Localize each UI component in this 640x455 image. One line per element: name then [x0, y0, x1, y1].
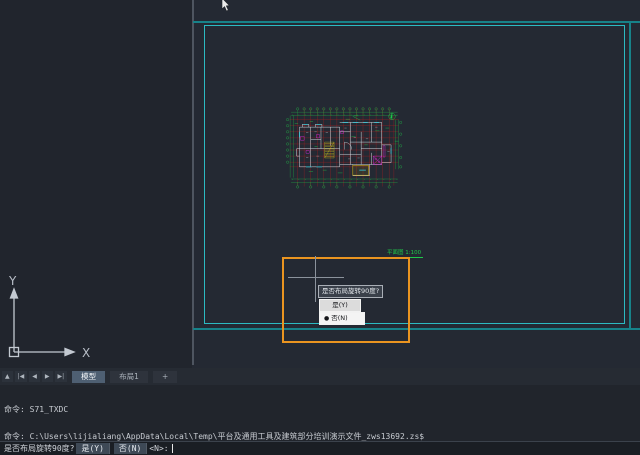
drawing-canvas[interactable]: 平面图 1:100 是否布局旋转90度? 是(Y) ● 否(N) Y X [0, 0, 640, 368]
tab-add-button[interactable]: + [152, 370, 178, 383]
cad-application-window: 平面图 1:100 是否布局旋转90度? 是(Y) ● 否(N) Y X ▲ |… [0, 0, 640, 455]
tab-last-icon[interactable]: ▶| [54, 371, 68, 382]
tab-layout1[interactable]: 布局1 [110, 370, 148, 383]
prompt-default-value: <N>: [149, 444, 169, 453]
selected-bullet-icon: ● [324, 315, 330, 322]
prompt-yes-button[interactable]: 是(Y) [76, 443, 110, 454]
menu-item-yes[interactable]: 是(Y) [319, 299, 361, 312]
text-caret [171, 444, 173, 453]
dynamic-prompt-tooltip: 是否布局旋转90度? [318, 285, 384, 298]
paper-left-edge-line [192, 0, 194, 365]
command-history[interactable]: 命令: S71_TXDC 命令: C:\Users\lijialiang\App… [0, 385, 640, 441]
paper-top-edge-line [193, 21, 640, 23]
command-history-line: 命令: S71_TXDC [4, 404, 69, 414]
tab-next-icon[interactable]: ▶ [41, 371, 53, 382]
ucs-y-label: Y [8, 274, 17, 288]
prompt-question: 是否布局旋转90度? [4, 444, 75, 453]
ucs-icon: Y X [8, 274, 90, 360]
prompt-no-button[interactable]: 否(N) [113, 443, 148, 454]
crosshair-cursor [288, 277, 344, 278]
paper-bottom-edge-line [193, 328, 640, 330]
floor-plan-drawing [286, 107, 403, 189]
ucs-x-label: X [82, 346, 90, 360]
tab-model[interactable]: 模型 [72, 370, 106, 383]
tab-first-icon[interactable]: |◀ [14, 371, 28, 382]
stair-hatch [324, 141, 335, 159]
mouse-cursor-icon [221, 0, 230, 12]
north-symbol [388, 112, 396, 121]
menu-item-no[interactable]: ● 否(N) [319, 312, 365, 325]
tabbar-expand-icon[interactable]: ▲ [2, 371, 13, 382]
dynamic-option-menu: 是(Y) ● 否(N) [319, 299, 365, 325]
crosshair-cursor [315, 256, 316, 302]
layout-tab-bar: ▲ |◀ ◀ ▶ ▶| 模型 布局1 + [0, 368, 640, 385]
command-prompt-line[interactable]: 是否布局旋转90度? 是(Y) 否(N) <N>: [0, 441, 640, 455]
tab-prev-icon[interactable]: ◀ [29, 371, 40, 382]
paper-right-edge-line [629, 21, 631, 330]
